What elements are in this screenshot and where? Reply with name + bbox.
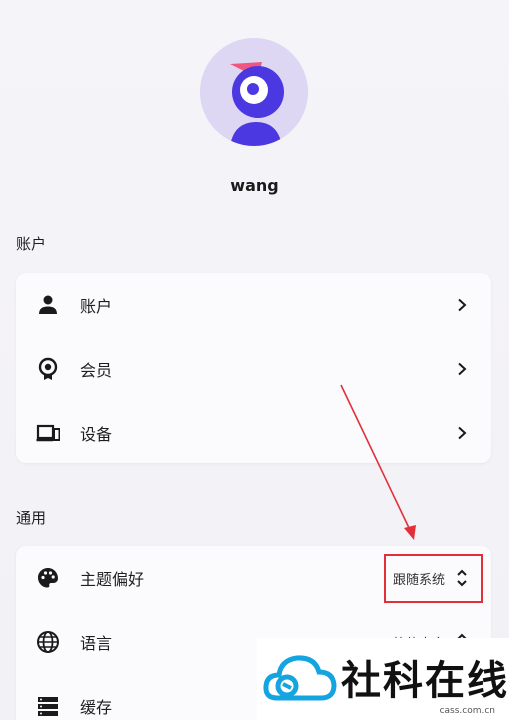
row-devices[interactable]: 设备 — [16, 401, 491, 465]
chevron-right-icon — [455, 298, 469, 312]
row-membership[interactable]: 会员 — [16, 337, 491, 401]
watermark: 社科在线 cass.com.cn — [257, 638, 509, 720]
row-language-label: 语言 — [80, 634, 113, 653]
row-theme-label: 主题偏好 — [80, 570, 145, 589]
cloud-logo-icon — [263, 648, 337, 708]
account-card: 账户 会员 设备 — [16, 273, 491, 463]
section-title-account: 账户 — [16, 235, 47, 253]
membership-badge-icon — [36, 357, 60, 381]
watermark-url: cass.com.cn — [439, 706, 495, 716]
row-membership-label: 会员 — [80, 361, 113, 380]
row-account-label: 账户 — [80, 297, 113, 316]
devices-icon — [36, 421, 60, 445]
section-title-general: 通用 — [16, 509, 47, 527]
annotation-highlight-box — [384, 554, 483, 603]
avatar-image — [200, 38, 308, 146]
avatar[interactable] — [200, 38, 308, 146]
storage-icon — [36, 694, 60, 718]
globe-icon — [36, 630, 60, 654]
palette-icon — [36, 566, 60, 590]
row-account[interactable]: 账户 — [16, 273, 491, 337]
chevron-right-icon — [455, 362, 469, 376]
chevron-right-icon — [455, 426, 469, 440]
username: wang — [230, 176, 279, 195]
row-devices-label: 设备 — [80, 425, 113, 444]
row-cache-label: 缓存 — [80, 698, 113, 717]
watermark-name: 社科在线 — [341, 658, 509, 704]
person-icon — [36, 293, 60, 317]
